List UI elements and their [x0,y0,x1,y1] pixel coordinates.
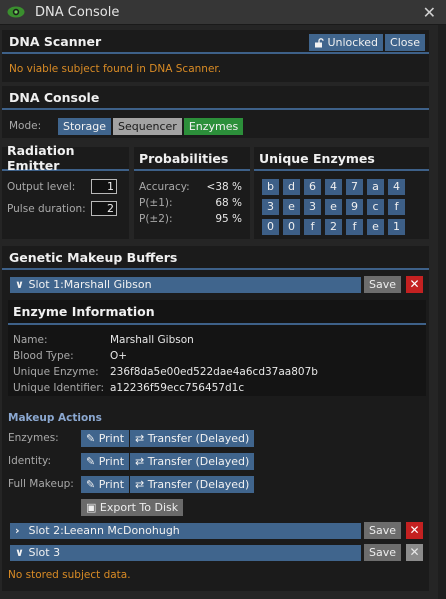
enzyme-cell[interactable]: 4 [325,179,342,195]
enzyme-cell[interactable]: f [346,219,363,235]
full-makeup-action-label: Full Makeup: [8,478,74,490]
enzyme-cell[interactable]: 0 [262,219,279,235]
slot-1-bar[interactable]: ∨ Slot 1:Marshall Gibson [10,277,361,293]
slot-3-empty-message: No stored subject data. [8,569,131,581]
eye-icon [7,6,25,18]
pulse-duration-input[interactable]: 2 [91,201,117,216]
scrollbar[interactable] [438,25,446,599]
pulse-duration-label: Pulse duration: [7,203,86,215]
radiation-emitter-section: Radiation Emitter Output level: 1 Pulse … [2,143,129,239]
unique-enzymes-section: Unique Enzymes bd647a43e3e9cf00f2fe1 [254,147,429,239]
unique-enzyme-value: 236f8da5e00ed522dae4a6cd37aa807b [110,366,318,378]
slot-3-label: Slot 3 [28,546,61,559]
enzymes-print-button[interactable]: ✎ Print [81,430,130,447]
enzyme-cell[interactable]: f [304,219,321,235]
probabilities-heading: Probabilities [134,147,250,171]
unlocked-button[interactable]: Unlocked [309,34,384,51]
mode-sequencer-button[interactable]: Sequencer [113,118,182,135]
mode-enzymes-button[interactable]: Enzymes [183,118,244,135]
enzyme-cell[interactable]: 3 [304,199,321,215]
dna-console-heading: DNA Console [2,86,429,110]
genetic-buffers-section: Genetic Makeup Buffers ∨ Slot 1:Marshall… [2,246,429,591]
enzyme-cell[interactable]: b [262,179,279,195]
blood-type-label: Blood Type: [13,350,74,362]
enzyme-cell[interactable]: c [367,199,384,215]
slot-1-save-button[interactable]: Save [364,276,402,293]
accuracy-label: Accuracy: [139,181,190,193]
slot-2-delete-icon[interactable]: ✕ [406,522,423,539]
title-bar: DNA Console ✕ [0,0,446,25]
full-makeup-print-button[interactable]: ✎ Print [81,476,130,493]
scanner-close-button[interactable]: Close [385,34,425,51]
transfer-icon: ⇄ [135,455,145,468]
chevron-right-icon: › [15,524,20,537]
output-level-input[interactable]: 1 [91,179,117,194]
enzyme-cell[interactable]: a [367,179,384,195]
unlock-icon [315,37,325,47]
unique-enzymes-heading: Unique Enzymes [254,147,429,171]
enzyme-cell[interactable]: d [283,179,300,195]
probabilities-section: Probabilities Accuracy: <38 % P(±1): 68 … [134,147,250,239]
slot-3-bar[interactable]: ∨ Slot 3 [10,545,361,561]
p1-value: 68 % [215,197,242,209]
unique-identifier-label: Unique Identifier: [13,382,105,394]
pen-icon: ✎ [86,478,96,491]
close-window-icon[interactable]: ✕ [423,3,436,22]
p2-value: 95 % [215,213,242,225]
chevron-down-icon: ∨ [15,278,24,291]
transfer-icon: ⇄ [135,478,145,491]
enzyme-cell[interactable]: f [388,199,405,215]
identity-transfer-button[interactable]: ⇄ Transfer (Delayed) [130,453,255,470]
p1-label: P(±1): [139,197,173,209]
enzyme-cell[interactable]: e [283,199,300,215]
enzyme-cell[interactable]: 1 [388,219,405,235]
output-level-label: Output level: [7,181,76,193]
transfer-icon: ⇄ [135,432,145,445]
name-label: Name: [13,334,48,346]
enzyme-cell[interactable]: e [325,199,342,215]
enzymes-transfer-button[interactable]: ⇄ Transfer (Delayed) [130,430,255,447]
genetic-buffers-heading: Genetic Makeup Buffers [2,246,429,270]
enzyme-cell[interactable]: 3 [262,199,279,215]
unique-identifier-value: a12236f59ecc756457d1c [110,382,245,394]
export-to-disk-button[interactable]: ▣ Export To Disk [81,499,184,516]
slot-1-delete-icon[interactable]: ✕ [406,276,423,293]
identity-print-button[interactable]: ✎ Print [81,453,130,470]
slot-2-label: Slot 2:Leeann McDonohugh [28,524,180,537]
makeup-actions-heading: Makeup Actions [8,412,102,424]
enzyme-cell[interactable]: 2 [325,219,342,235]
slot-2-save-button[interactable]: Save [364,522,402,539]
enzyme-cell[interactable]: 4 [388,179,405,195]
pen-icon: ✎ [86,455,96,468]
enzyme-cell[interactable]: 9 [346,199,363,215]
slot-3-delete-icon[interactable]: ✕ [406,544,423,561]
enzyme-information-heading: Enzyme Information [8,300,426,325]
enzyme-cell[interactable]: e [367,219,384,235]
full-makeup-transfer-button[interactable]: ⇄ Transfer (Delayed) [130,476,255,493]
enzyme-cell[interactable]: 6 [304,179,321,195]
enzyme-cell[interactable]: 7 [346,179,363,195]
radiation-emitter-heading: Radiation Emitter [2,143,129,173]
blood-type-value: O+ [110,350,128,362]
slot-3-save-button[interactable]: Save [364,544,402,561]
name-value: Marshall Gibson [110,334,194,346]
chevron-down-icon: ∨ [15,546,24,559]
scanner-message: No viable subject found in DNA Scanner. [9,63,222,75]
unique-enzyme-label: Unique Enzyme: [13,366,99,378]
floppy-disk-icon: ▣ [86,501,97,514]
dna-console-section: DNA Console Mode: Storage Sequencer Enzy… [2,86,429,138]
accuracy-value: <38 % [206,181,242,193]
p2-label: P(±2): [139,213,173,225]
slot-1-label: Slot 1:Marshall Gibson [28,278,152,291]
enzyme-information-panel: Enzyme Information Name: Marshall Gibson… [8,300,426,396]
identity-action-label: Identity: [8,455,52,467]
enzymes-action-label: Enzymes: [8,432,59,444]
dna-scanner-section: DNA Scanner Unlocked Close No viable sub… [2,30,429,82]
pen-icon: ✎ [86,432,96,445]
mode-storage-button[interactable]: Storage [58,118,112,135]
window-title: DNA Console [35,4,120,20]
mode-label: Mode: [9,120,42,132]
slot-2-bar[interactable]: › Slot 2:Leeann McDonohugh [10,523,361,539]
enzyme-cell[interactable]: 0 [283,219,300,235]
